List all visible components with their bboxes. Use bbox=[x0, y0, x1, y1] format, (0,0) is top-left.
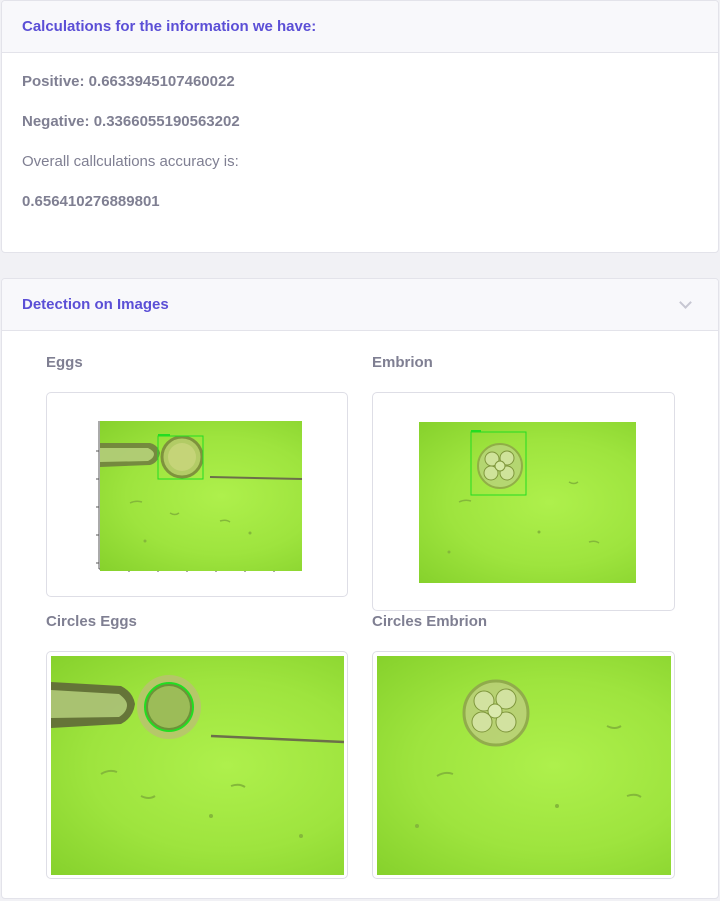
circles-embrion-image-frame bbox=[372, 651, 675, 879]
embrion-detection-image bbox=[419, 422, 636, 583]
detection-title: Detection on Images bbox=[22, 296, 169, 313]
calculations-header: Calculations for the information we have… bbox=[2, 1, 718, 53]
embrion-label: Embrion bbox=[372, 354, 433, 371]
eggs-image-frame bbox=[46, 392, 348, 597]
negative-value: Negative: 0.3366055190563202 bbox=[22, 112, 240, 130]
eggs-detection-image bbox=[100, 421, 302, 571]
detection-header[interactable]: Detection on Images bbox=[2, 279, 718, 331]
chevron-down-icon[interactable] bbox=[679, 296, 692, 309]
positive-value: Positive: 0.6633945107460022 bbox=[22, 72, 235, 90]
circles-embrion-label: Circles Embrion bbox=[372, 613, 488, 630]
embrion-image-frame bbox=[372, 392, 675, 611]
accuracy-label: Overall callculations accuracy is: bbox=[22, 152, 239, 170]
calculations-card: Calculations for the information we have… bbox=[1, 0, 719, 253]
circles-eggs-image bbox=[51, 656, 344, 875]
accuracy-value: 0.656410276889801 bbox=[22, 192, 160, 210]
circles-embrion-image bbox=[377, 656, 671, 875]
calculations-title: Calculations for the information we have… bbox=[22, 18, 317, 35]
calculations-body: Positive: 0.6633945107460022 Negative: 0… bbox=[2, 53, 718, 229]
eggs-label: Eggs bbox=[46, 354, 83, 371]
circles-eggs-label: Circles Eggs bbox=[46, 613, 137, 630]
circles-eggs-image-frame bbox=[46, 651, 348, 879]
detection-card: Detection on Images Eggs Embrion Circles… bbox=[1, 278, 719, 899]
